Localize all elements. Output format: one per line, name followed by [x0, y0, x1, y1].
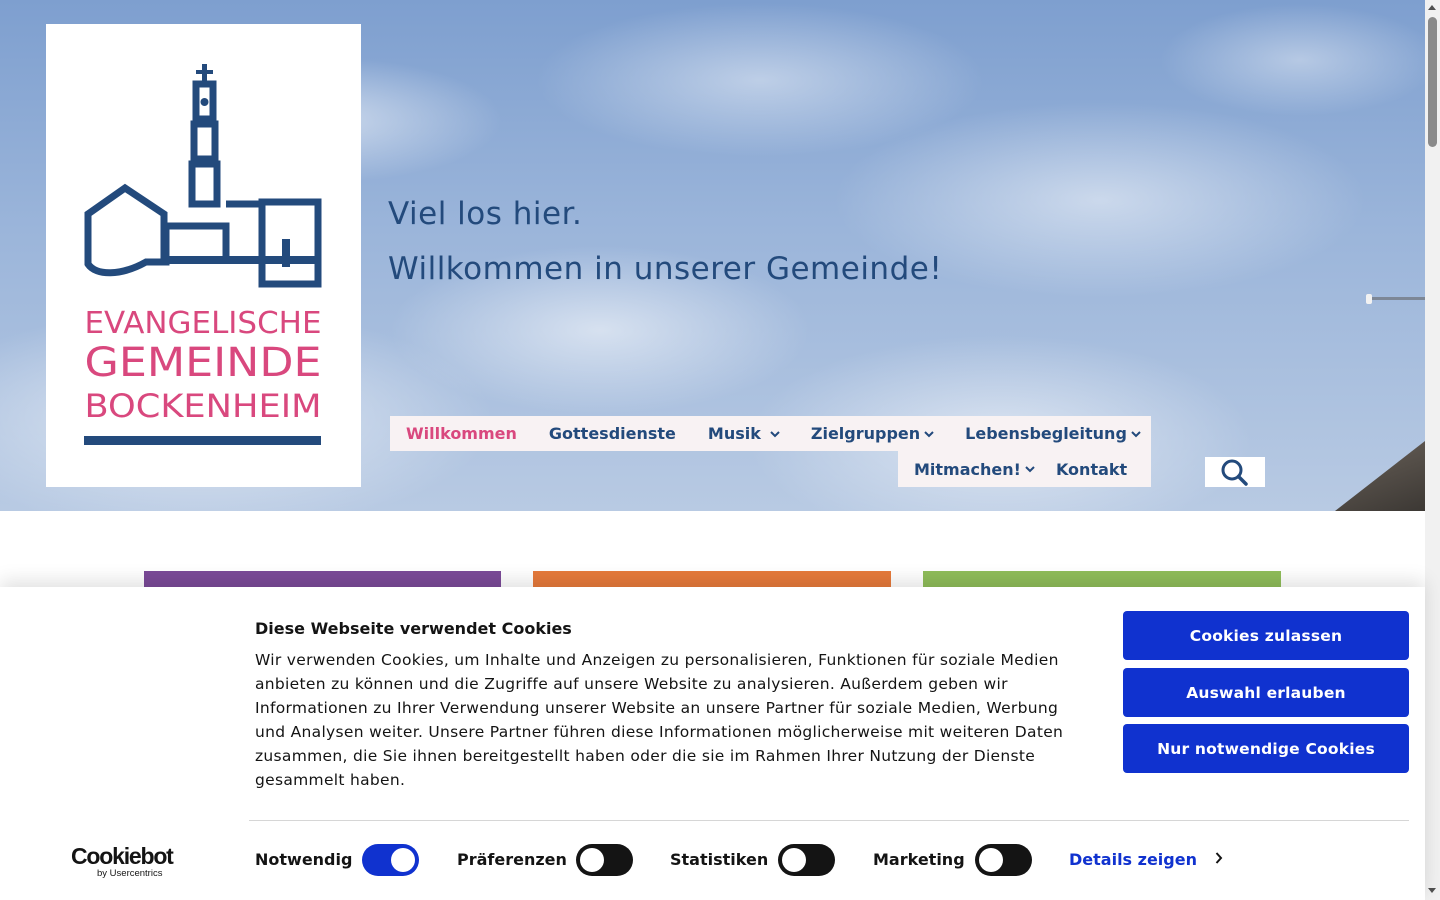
page-scrollbar[interactable]: [1425, 0, 1440, 900]
nav-item-kontakt[interactable]: Kontakt: [1056, 460, 1127, 479]
logo-text-line-1: EVANGELISCHE: [85, 306, 322, 341]
toggle-preferences[interactable]: [576, 844, 633, 876]
hero-banner: EVANGELISCHE GEMEINDE BOCKENHEIM Viel lo…: [0, 0, 1425, 511]
nav-item-mitmachen[interactable]: Mitmachen!: [914, 460, 1036, 479]
nav-row-1: Willkommen Gottesdienste Musik Zielgrupp…: [390, 416, 1151, 451]
scroll-up-arrow-icon[interactable]: [1428, 5, 1436, 10]
chevron-down-icon: [1024, 464, 1036, 474]
show-details-label: Details zeigen: [1069, 850, 1197, 869]
nav-row-2: Mitmachen! Kontakt: [898, 451, 1151, 487]
show-details-link[interactable]: Details zeigen: [1069, 850, 1223, 869]
logo-text-line-2: GEMEINDE: [85, 340, 322, 386]
necessary-cookies-only-button[interactable]: Nur notwendige Cookies: [1123, 724, 1409, 773]
cookie-title: Diese Webseite verwendet Cookies: [255, 619, 572, 638]
church-logo-graphic: EVANGELISCHE GEMEINDE BOCKENHEIM: [84, 64, 322, 445]
logo-text-line-3: BOCKENHEIM: [85, 387, 322, 425]
nav-item-label: Zielgruppen: [810, 424, 921, 443]
toggle-label-statistics: Statistiken: [670, 850, 769, 869]
nav-item-label: Willkommen: [406, 424, 517, 443]
nav-item-label: Musik: [707, 424, 761, 443]
cookie-description: Wir verwenden Cookies, um Inhalte und An…: [255, 651, 1064, 789]
chevron-down-icon: [1130, 429, 1142, 439]
nav-item-willkommen[interactable]: Willkommen: [406, 424, 517, 443]
toggle-knob: [979, 848, 1003, 872]
toggle-label-preferences: Präferenzen: [457, 850, 567, 869]
toggle-statistics[interactable]: [778, 844, 835, 876]
toggle-marketing[interactable]: [975, 844, 1032, 876]
chevron-down-icon: [769, 429, 781, 439]
allow-selection-button[interactable]: Auswahl erlauben: [1123, 668, 1409, 717]
scroll-down-arrow-icon[interactable]: [1428, 888, 1436, 893]
allow-all-cookies-button[interactable]: Cookies zulassen: [1123, 611, 1409, 660]
church-logo[interactable]: EVANGELISCHE GEMEINDE BOCKENHEIM: [46, 24, 361, 487]
toggle-necessary[interactable]: [362, 844, 419, 876]
cookiebot-wordmark: Cookiebot: [71, 843, 174, 869]
toggle-knob: [782, 848, 806, 872]
toggle-label-necessary: Notwendig: [255, 850, 353, 869]
street-lamp-decoration: [1366, 294, 1425, 304]
cookie-divider: [249, 820, 1409, 821]
nav-item-gottesdienste[interactable]: Gottesdienste: [549, 424, 676, 443]
cookiebot-logo[interactable]: Cookiebot by Usercentrics: [71, 843, 181, 880]
chevron-right-icon: [1215, 850, 1223, 869]
search-button[interactable]: [1205, 457, 1265, 487]
hero-tagline-2: Willkommen in unserer Gemeinde!: [388, 251, 943, 287]
nav-item-label: Lebensbegleitung: [965, 424, 1127, 443]
cookiebot-byline: by Usercentrics: [97, 868, 163, 879]
search-icon: [1221, 459, 1248, 486]
nav-item-label: Kontakt: [1055, 459, 1128, 479]
scrollbar-thumb[interactable]: [1428, 17, 1437, 147]
nav-item-musik[interactable]: Musik: [708, 424, 781, 443]
nav-item-zielgruppen[interactable]: Zielgruppen: [811, 424, 935, 443]
nav-item-label: Mitmachen!: [914, 459, 1021, 479]
chevron-down-icon: [923, 429, 935, 439]
nav-item-label: Gottesdienste: [548, 424, 676, 443]
hero-tagline-1: Viel los hier.: [388, 196, 583, 232]
nav-item-lebensbegleitung[interactable]: Lebensbegleitung: [965, 424, 1142, 443]
roof-decoration: [1335, 441, 1425, 511]
toggle-knob: [391, 848, 415, 872]
toggle-knob: [580, 848, 604, 872]
toggle-label-marketing: Marketing: [873, 850, 965, 869]
cookie-consent-banner: Diese Webseite verwendet Cookies Wir ver…: [0, 587, 1425, 900]
